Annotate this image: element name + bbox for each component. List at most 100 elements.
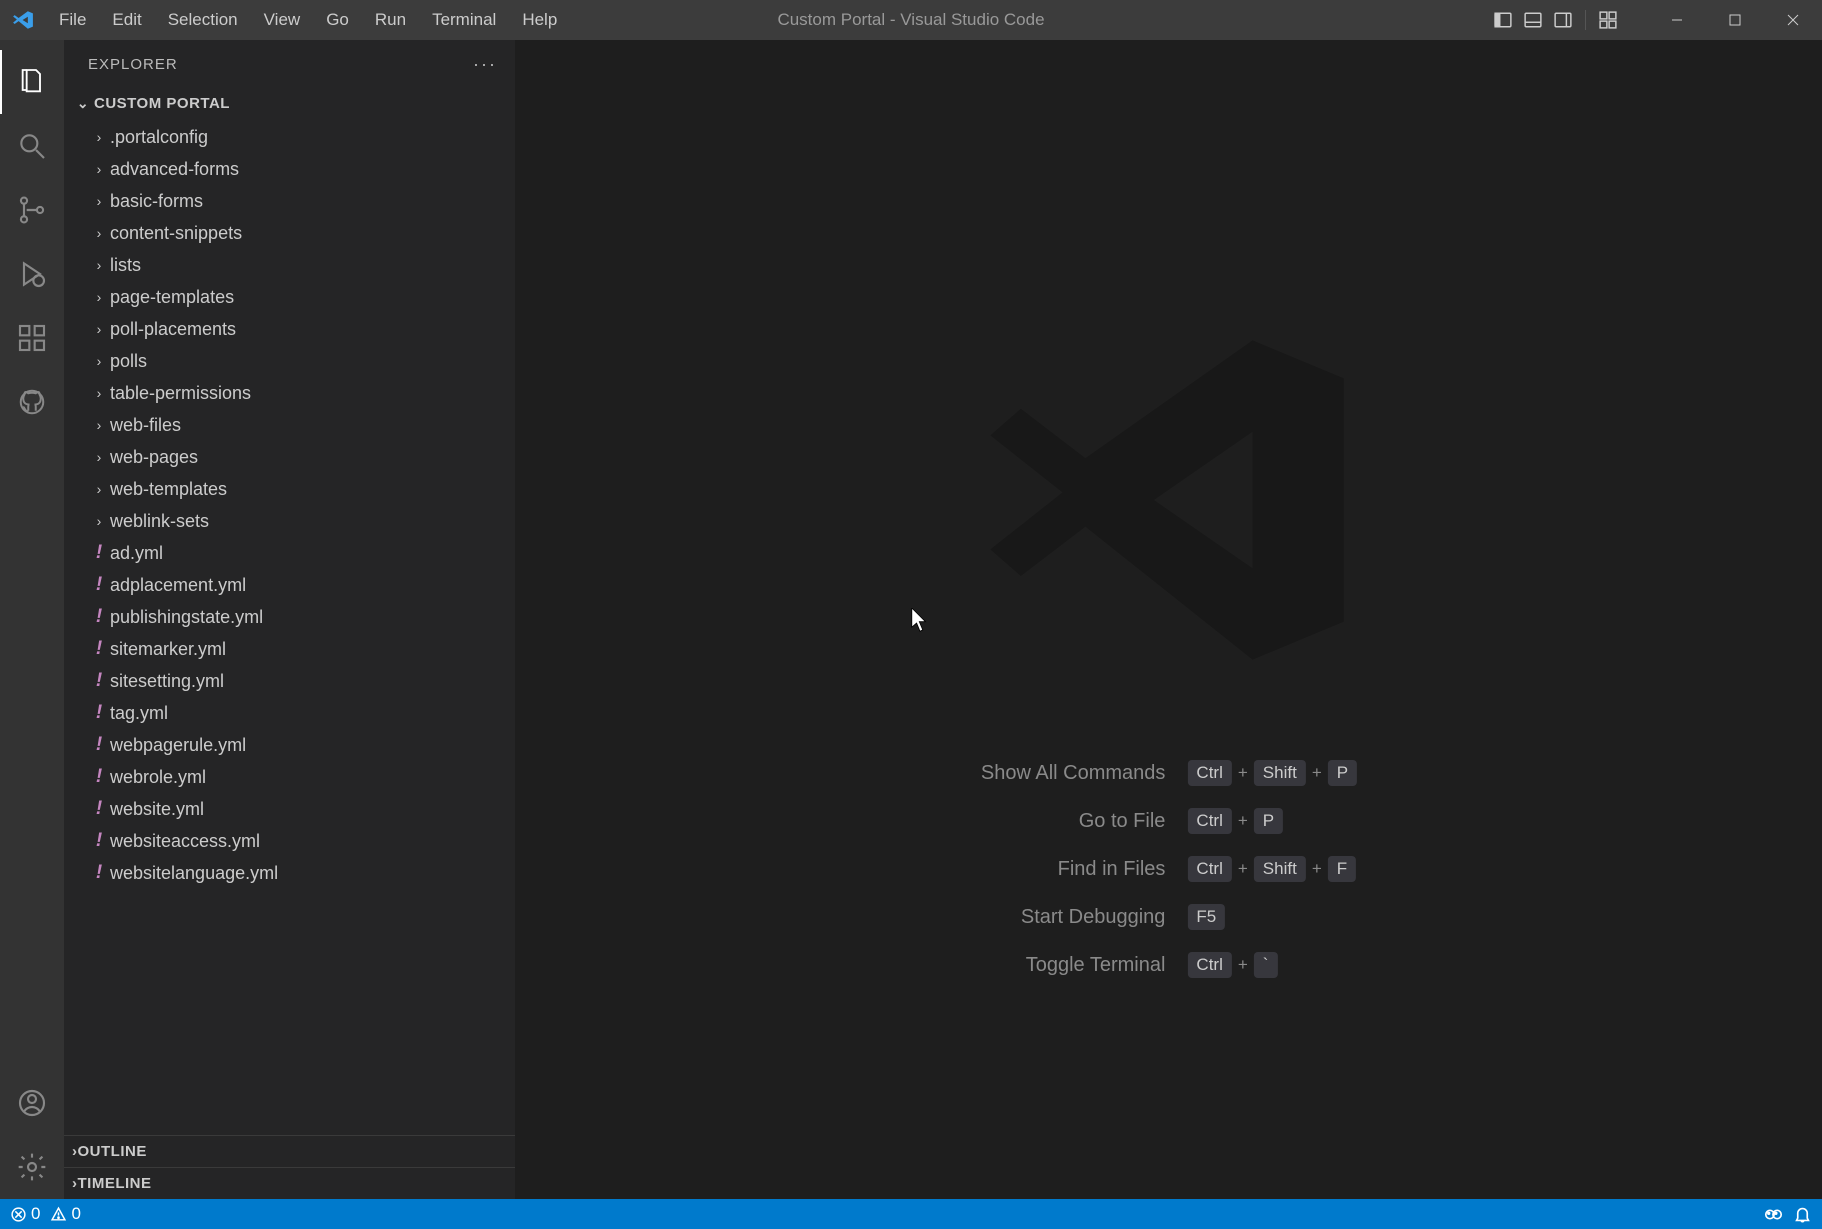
folder-item[interactable]: ›web-files bbox=[64, 409, 515, 441]
file-label: tag.yml bbox=[110, 703, 168, 724]
menu-terminal[interactable]: Terminal bbox=[419, 0, 509, 40]
outline-label: OUTLINE bbox=[78, 1143, 147, 1160]
menu-bar: File Edit Selection View Go Run Terminal… bbox=[46, 0, 570, 40]
keyboard-key: Ctrl bbox=[1187, 760, 1231, 786]
yaml-file-icon: ! bbox=[88, 542, 110, 564]
window-close-icon[interactable] bbox=[1764, 0, 1822, 40]
folder-item[interactable]: ›page-templates bbox=[64, 281, 515, 313]
file-item[interactable]: !publishingstate.yml bbox=[64, 601, 515, 633]
activity-accounts-icon[interactable] bbox=[0, 1071, 64, 1135]
outline-section[interactable]: › OUTLINE bbox=[64, 1135, 515, 1167]
folder-item[interactable]: ›.portalconfig bbox=[64, 121, 515, 153]
folder-label: polls bbox=[110, 351, 147, 372]
folder-label: advanced-forms bbox=[110, 159, 239, 180]
yaml-file-icon: ! bbox=[88, 638, 110, 660]
window-minimize-icon[interactable] bbox=[1648, 0, 1706, 40]
timeline-section[interactable]: › TIMELINE bbox=[64, 1167, 515, 1199]
file-label: ad.yml bbox=[110, 543, 163, 564]
chevron-down-icon: ⌄ bbox=[72, 95, 94, 112]
yaml-file-icon: ! bbox=[88, 862, 110, 884]
folder-item[interactable]: ›lists bbox=[64, 249, 515, 281]
chevron-right-icon: › bbox=[88, 289, 110, 305]
folder-label: web-templates bbox=[110, 479, 227, 500]
chevron-right-icon: › bbox=[88, 449, 110, 465]
status-warnings[interactable]: 0 bbox=[50, 1204, 80, 1224]
welcome-shortcuts: Show All CommandsCtrl+Shift+PGo to FileC… bbox=[981, 760, 1357, 978]
layout-sidebar-left-icon[interactable] bbox=[1491, 8, 1515, 32]
file-item[interactable]: !sitemarker.yml bbox=[64, 633, 515, 665]
folder-label: basic-forms bbox=[110, 191, 203, 212]
folder-label: page-templates bbox=[110, 287, 234, 308]
folder-item[interactable]: ›web-pages bbox=[64, 441, 515, 473]
activity-explorer-icon[interactable] bbox=[0, 50, 64, 114]
yaml-file-icon: ! bbox=[88, 606, 110, 628]
menu-view[interactable]: View bbox=[251, 0, 314, 40]
shortcut-label: Show All Commands bbox=[981, 762, 1166, 785]
activity-github-icon[interactable] bbox=[0, 370, 64, 434]
file-item[interactable]: !ad.yml bbox=[64, 537, 515, 569]
explorer-title: EXPLORER bbox=[88, 56, 178, 73]
file-label: websiteaccess.yml bbox=[110, 831, 260, 852]
folder-item[interactable]: ›poll-placements bbox=[64, 313, 515, 345]
title-bar: File Edit Selection View Go Run Terminal… bbox=[0, 0, 1822, 40]
folder-item[interactable]: ›weblink-sets bbox=[64, 505, 515, 537]
chevron-right-icon: › bbox=[88, 161, 110, 177]
keyboard-key: P bbox=[1328, 760, 1357, 786]
status-feedback-icon[interactable] bbox=[1764, 1205, 1783, 1224]
folder-label: poll-placements bbox=[110, 319, 236, 340]
file-item[interactable]: !tag.yml bbox=[64, 697, 515, 729]
project-section[interactable]: ⌄ CUSTOM PORTAL bbox=[64, 88, 515, 119]
file-item[interactable]: !websitelanguage.yml bbox=[64, 857, 515, 889]
folder-label: web-files bbox=[110, 415, 181, 436]
layout-sidebar-right-icon[interactable] bbox=[1551, 8, 1575, 32]
status-errors[interactable]: 0 bbox=[10, 1204, 40, 1224]
folder-label: weblink-sets bbox=[110, 511, 209, 532]
file-item[interactable]: !website.yml bbox=[64, 793, 515, 825]
menu-edit[interactable]: Edit bbox=[99, 0, 154, 40]
folder-item[interactable]: ›content-snippets bbox=[64, 217, 515, 249]
file-label: sitemarker.yml bbox=[110, 639, 226, 660]
file-tree: ›.portalconfig›advanced-forms›basic-form… bbox=[64, 119, 515, 1135]
file-item[interactable]: !sitesetting.yml bbox=[64, 665, 515, 697]
file-item[interactable]: !websiteaccess.yml bbox=[64, 825, 515, 857]
menu-run[interactable]: Run bbox=[362, 0, 419, 40]
chevron-right-icon: › bbox=[88, 257, 110, 273]
menu-go[interactable]: Go bbox=[313, 0, 362, 40]
chevron-right-icon: › bbox=[88, 417, 110, 433]
vscode-watermark-icon bbox=[979, 310, 1359, 690]
vscode-logo-icon bbox=[10, 7, 36, 33]
keyboard-key: F bbox=[1328, 856, 1356, 882]
chevron-right-icon: › bbox=[88, 385, 110, 401]
status-notifications-icon[interactable] bbox=[1793, 1205, 1812, 1224]
folder-item[interactable]: ›table-permissions bbox=[64, 377, 515, 409]
folder-item[interactable]: ›polls bbox=[64, 345, 515, 377]
status-warning-count: 0 bbox=[71, 1204, 80, 1224]
shortcut-keys: Ctrl+` bbox=[1187, 952, 1357, 978]
activity-run-debug-icon[interactable] bbox=[0, 242, 64, 306]
activity-extensions-icon[interactable] bbox=[0, 306, 64, 370]
yaml-file-icon: ! bbox=[88, 766, 110, 788]
chevron-right-icon: › bbox=[88, 481, 110, 497]
file-item[interactable]: !webrole.yml bbox=[64, 761, 515, 793]
customize-layout-icon[interactable] bbox=[1596, 8, 1620, 32]
activity-settings-gear-icon[interactable] bbox=[0, 1135, 64, 1199]
file-label: website.yml bbox=[110, 799, 204, 820]
layout-panel-bottom-icon[interactable] bbox=[1521, 8, 1545, 32]
window-maximize-icon[interactable] bbox=[1706, 0, 1764, 40]
menu-file[interactable]: File bbox=[46, 0, 99, 40]
keyboard-key: ` bbox=[1254, 952, 1278, 978]
activity-source-control-icon[interactable] bbox=[0, 178, 64, 242]
folder-item[interactable]: ›basic-forms bbox=[64, 185, 515, 217]
activity-search-icon[interactable] bbox=[0, 114, 64, 178]
menu-help[interactable]: Help bbox=[509, 0, 570, 40]
folder-item[interactable]: ›advanced-forms bbox=[64, 153, 515, 185]
folder-item[interactable]: ›web-templates bbox=[64, 473, 515, 505]
file-label: sitesetting.yml bbox=[110, 671, 224, 692]
explorer-more-icon[interactable]: ··· bbox=[473, 54, 497, 75]
file-item[interactable]: !adplacement.yml bbox=[64, 569, 515, 601]
yaml-file-icon: ! bbox=[88, 734, 110, 756]
keyboard-key: P bbox=[1254, 808, 1283, 834]
menu-selection[interactable]: Selection bbox=[155, 0, 251, 40]
yaml-file-icon: ! bbox=[88, 670, 110, 692]
file-item[interactable]: !webpagerule.yml bbox=[64, 729, 515, 761]
